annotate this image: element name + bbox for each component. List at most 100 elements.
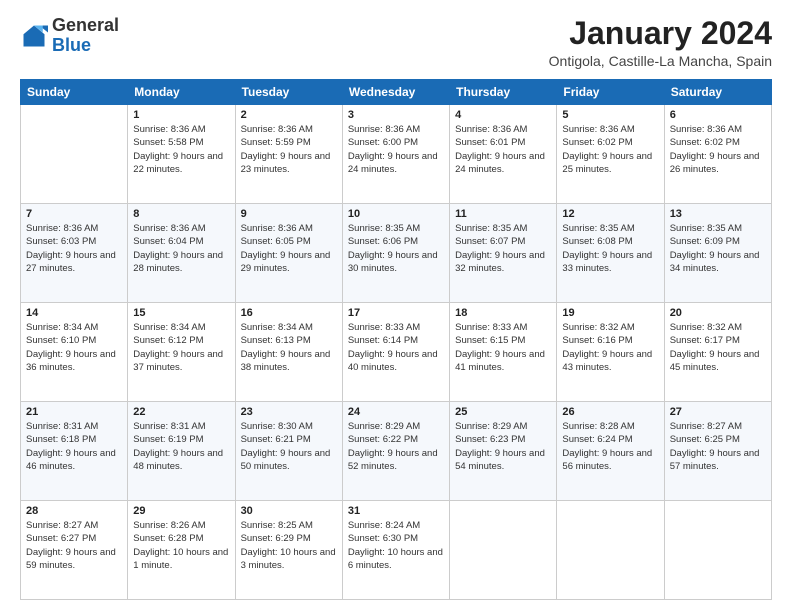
calendar-cell: 9 Sunrise: 8:36 AMSunset: 6:05 PMDaylight… [235, 204, 342, 303]
day-number: 26 [562, 406, 658, 418]
calendar-cell: 18 Sunrise: 8:33 AMSunset: 6:15 PMDayligh… [450, 303, 557, 402]
logo: General Blue [20, 16, 119, 56]
day-number: 24 [348, 406, 444, 418]
day-number: 19 [562, 307, 658, 319]
day-number: 25 [455, 406, 551, 418]
weekday-header-wednesday: Wednesday [342, 80, 449, 105]
calendar-cell: 19 Sunrise: 8:32 AMSunset: 6:16 PMDayligh… [557, 303, 664, 402]
day-number: 27 [670, 406, 766, 418]
calendar-cell: 20 Sunrise: 8:32 AMSunset: 6:17 PMDayligh… [664, 303, 771, 402]
day-number: 8 [133, 208, 229, 220]
day-info: Sunrise: 8:27 AMSunset: 6:27 PMDaylight:… [26, 519, 122, 572]
day-info: Sunrise: 8:30 AMSunset: 6:21 PMDaylight:… [241, 420, 337, 473]
day-info: Sunrise: 8:29 AMSunset: 6:22 PMDaylight:… [348, 420, 444, 473]
calendar-cell: 11 Sunrise: 8:35 AMSunset: 6:07 PMDayligh… [450, 204, 557, 303]
day-info: Sunrise: 8:27 AMSunset: 6:25 PMDaylight:… [670, 420, 766, 473]
weekday-header-thursday: Thursday [450, 80, 557, 105]
day-number: 22 [133, 406, 229, 418]
day-info: Sunrise: 8:35 AMSunset: 6:08 PMDaylight:… [562, 222, 658, 275]
day-number: 5 [562, 109, 658, 121]
day-info: Sunrise: 8:28 AMSunset: 6:24 PMDaylight:… [562, 420, 658, 473]
day-number: 2 [241, 109, 337, 121]
day-number: 7 [26, 208, 122, 220]
calendar-cell [21, 105, 128, 204]
calendar-cell: 4Sunrise: 8:36 AMSunset: 6:01 PMDaylight… [450, 105, 557, 204]
calendar-cell: 12 Sunrise: 8:35 AMSunset: 6:08 PMDayligh… [557, 204, 664, 303]
calendar-cell: 23Sunrise: 8:30 AMSunset: 6:21 PMDayligh… [235, 402, 342, 501]
weekday-header-sunday: Sunday [21, 80, 128, 105]
calendar-cell: 16Sunrise: 8:34 AMSunset: 6:13 PMDayligh… [235, 303, 342, 402]
calendar-cell: 13 Sunrise: 8:35 AMSunset: 6:09 PMDayligh… [664, 204, 771, 303]
location: Ontigola, Castille-La Mancha, Spain [549, 53, 772, 69]
month-title: January 2024 [549, 16, 772, 51]
day-info: Sunrise: 8:33 AMSunset: 6:15 PMDaylight:… [455, 321, 551, 374]
day-info: Sunrise: 8:35 AMSunset: 6:06 PMDaylight:… [348, 222, 444, 275]
day-info: Sunrise: 8:36 AMSunset: 6:01 PMDaylight:… [455, 123, 551, 176]
calendar-cell: 2 Sunrise: 8:36 AMSunset: 5:59 PMDaylight… [235, 105, 342, 204]
day-info: Sunrise: 8:34 AMSunset: 6:10 PMDaylight:… [26, 321, 122, 374]
calendar-cell: 31Sunrise: 8:24 AMSunset: 6:30 PMDayligh… [342, 501, 449, 600]
weekday-header-monday: Monday [128, 80, 235, 105]
day-info: Sunrise: 8:31 AMSunset: 6:18 PMDaylight:… [26, 420, 122, 473]
day-info: Sunrise: 8:32 AMSunset: 6:16 PMDaylight:… [562, 321, 658, 374]
day-info: Sunrise: 8:36 AMSunset: 6:02 PMDaylight:… [562, 123, 658, 176]
day-number: 14 [26, 307, 122, 319]
day-number: 1 [133, 109, 229, 121]
weekday-header-friday: Friday [557, 80, 664, 105]
day-info: Sunrise: 8:36 AMSunset: 5:59 PMDaylight:… [241, 123, 337, 176]
day-number: 16 [241, 307, 337, 319]
day-number: 12 [562, 208, 658, 220]
day-number: 10 [348, 208, 444, 220]
day-number: 3 [348, 109, 444, 121]
logo-general-text: General [52, 15, 119, 35]
calendar-cell: 1 Sunrise: 8:36 AMSunset: 5:58 PMDaylight… [128, 105, 235, 204]
calendar-cell: 25 Sunrise: 8:29 AMSunset: 6:23 PMDayligh… [450, 402, 557, 501]
day-number: 9 [241, 208, 337, 220]
day-info: Sunrise: 8:25 AMSunset: 6:29 PMDaylight:… [241, 519, 337, 572]
day-number: 28 [26, 505, 122, 517]
calendar-cell: 26 Sunrise: 8:28 AMSunset: 6:24 PMDayligh… [557, 402, 664, 501]
weekday-header-tuesday: Tuesday [235, 80, 342, 105]
day-info: Sunrise: 8:36 AMSunset: 5:58 PMDaylight:… [133, 123, 229, 176]
calendar-cell: 7 Sunrise: 8:36 AMSunset: 6:03 PMDaylight… [21, 204, 128, 303]
calendar-cell: 27 Sunrise: 8:27 AMSunset: 6:25 PMDayligh… [664, 402, 771, 501]
calendar-cell: 30Sunrise: 8:25 AMSunset: 6:29 PMDayligh… [235, 501, 342, 600]
day-info: Sunrise: 8:36 AMSunset: 6:03 PMDaylight:… [26, 222, 122, 275]
logo-blue-text: Blue [52, 35, 91, 55]
calendar-cell: 8 Sunrise: 8:36 AMSunset: 6:04 PMDaylight… [128, 204, 235, 303]
day-number: 18 [455, 307, 551, 319]
calendar-cell: 14 Sunrise: 8:34 AMSunset: 6:10 PMDayligh… [21, 303, 128, 402]
day-info: Sunrise: 8:36 AMSunset: 6:04 PMDaylight:… [133, 222, 229, 275]
calendar-cell [450, 501, 557, 600]
calendar-cell: 15Sunrise: 8:34 AMSunset: 6:12 PMDayligh… [128, 303, 235, 402]
calendar-cell: 6Sunrise: 8:36 AMSunset: 6:02 PMDaylight… [664, 105, 771, 204]
calendar-cell: 3 Sunrise: 8:36 AMSunset: 6:00 PMDaylight… [342, 105, 449, 204]
day-info: Sunrise: 8:26 AMSunset: 6:28 PMDaylight:… [133, 519, 229, 572]
day-info: Sunrise: 8:24 AMSunset: 6:30 PMDaylight:… [348, 519, 444, 572]
calendar-table: SundayMondayTuesdayWednesdayThursdayFrid… [20, 79, 772, 600]
day-info: Sunrise: 8:33 AMSunset: 6:14 PMDaylight:… [348, 321, 444, 374]
calendar-cell: 29Sunrise: 8:26 AMSunset: 6:28 PMDayligh… [128, 501, 235, 600]
day-number: 13 [670, 208, 766, 220]
logo-icon [20, 22, 48, 50]
calendar-cell: 5 Sunrise: 8:36 AMSunset: 6:02 PMDaylight… [557, 105, 664, 204]
day-number: 17 [348, 307, 444, 319]
day-info: Sunrise: 8:35 AMSunset: 6:09 PMDaylight:… [670, 222, 766, 275]
day-number: 11 [455, 208, 551, 220]
day-number: 20 [670, 307, 766, 319]
calendar-cell: 24 Sunrise: 8:29 AMSunset: 6:22 PMDayligh… [342, 402, 449, 501]
day-number: 6 [670, 109, 766, 121]
day-number: 15 [133, 307, 229, 319]
calendar-cell [664, 501, 771, 600]
day-info: Sunrise: 8:36 AMSunset: 6:05 PMDaylight:… [241, 222, 337, 275]
day-info: Sunrise: 8:35 AMSunset: 6:07 PMDaylight:… [455, 222, 551, 275]
page: General Blue January 2024 Ontigola, Cast… [0, 0, 792, 612]
day-number: 21 [26, 406, 122, 418]
day-info: Sunrise: 8:31 AMSunset: 6:19 PMDaylight:… [133, 420, 229, 473]
header: General Blue January 2024 Ontigola, Cast… [20, 16, 772, 69]
day-info: Sunrise: 8:29 AMSunset: 6:23 PMDaylight:… [455, 420, 551, 473]
calendar-cell: 22 Sunrise: 8:31 AMSunset: 6:19 PMDayligh… [128, 402, 235, 501]
title-block: January 2024 Ontigola, Castille-La Manch… [549, 16, 772, 69]
day-info: Sunrise: 8:32 AMSunset: 6:17 PMDaylight:… [670, 321, 766, 374]
day-info: Sunrise: 8:36 AMSunset: 6:00 PMDaylight:… [348, 123, 444, 176]
